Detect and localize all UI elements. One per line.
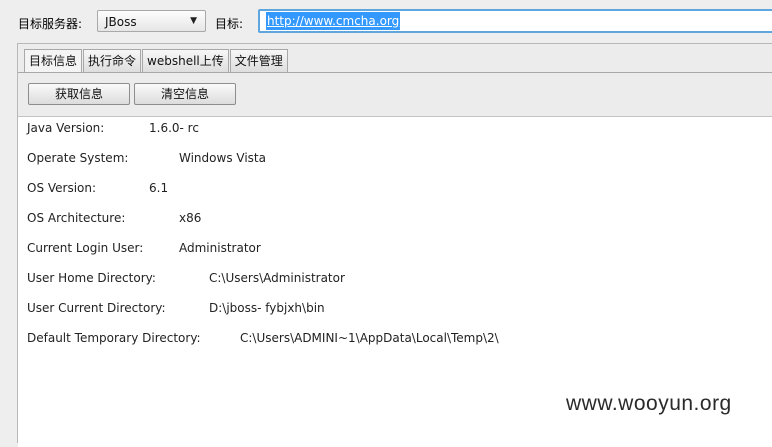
info-value: 6.1 (149, 181, 169, 195)
target-url-input[interactable]: http://www.cmcha.org (258, 9, 772, 33)
info-label: User Current Directory: (27, 301, 166, 315)
server-label: 目标服务器: (18, 17, 83, 31)
info-row: Default Temporary Directory: C:\Users\AD… (27, 331, 499, 345)
info-row: User Home Directory: C:\Users\Administra… (27, 271, 345, 285)
info-row: OS Architecture: x86 (27, 211, 201, 225)
info-row: Java Version: 1.6.0- rc (27, 121, 199, 135)
clear-info-button[interactable]: 清空信息 (134, 83, 236, 105)
target-url-text: http://www.cmcha.org (266, 12, 401, 30)
info-row: User Current Directory: D:\jboss- fybjxh… (27, 301, 325, 315)
tab-file-manager[interactable]: 文件管理 (229, 49, 288, 72)
fetch-info-button[interactable]: 获取信息 (28, 83, 130, 105)
info-value: C:\Users\ADMINI~1\AppData\Local\Temp\2\ (240, 331, 499, 345)
tab-execute-command[interactable]: 执行命令 (83, 49, 142, 72)
info-label: Operate System: (27, 151, 129, 165)
top-bar: 目标服务器: JBoss ▼ 目标: http://www.cmcha.org (0, 0, 772, 40)
info-label: Default Temporary Directory: (27, 331, 201, 345)
chevron-down-icon: ▼ (190, 16, 197, 26)
info-row: Operate System: Windows Vista (27, 151, 266, 165)
info-value: C:\Users\Administrator (209, 271, 345, 285)
watermark: www.wooyun.org (566, 392, 732, 415)
info-value: 1.6.0- rc (149, 121, 199, 135)
info-value: Administrator (179, 241, 261, 255)
info-label: Current Login User: (27, 241, 144, 255)
info-row: OS Version: 6.1 (27, 181, 168, 195)
info-label: Java Version: (27, 121, 105, 135)
tab-webshell-upload[interactable]: webshell上传 (142, 49, 229, 72)
info-label: OS Architecture: (27, 211, 126, 225)
info-value: Windows Vista (179, 151, 266, 165)
tab-target-info[interactable]: 目标信息 (24, 49, 83, 73)
main-panel: 目标信息 执行命令 webshell上传 文件管理 获取信息 清空信息 Java… (17, 43, 772, 447)
target-label: 目标: (215, 17, 244, 31)
tab-bar: 目标信息 执行命令 webshell上传 文件管理 (24, 49, 289, 73)
server-select-value: JBoss (105, 15, 137, 29)
tab-divider (18, 72, 772, 73)
info-label: OS Version: (27, 181, 97, 195)
server-select[interactable]: JBoss ▼ (97, 10, 206, 32)
info-label: User Home Directory: (27, 271, 156, 285)
info-value: x86 (179, 211, 202, 225)
info-row: Current Login User: Administrator (27, 241, 261, 255)
info-value: D:\jboss- fybjxh\bin (209, 301, 325, 315)
